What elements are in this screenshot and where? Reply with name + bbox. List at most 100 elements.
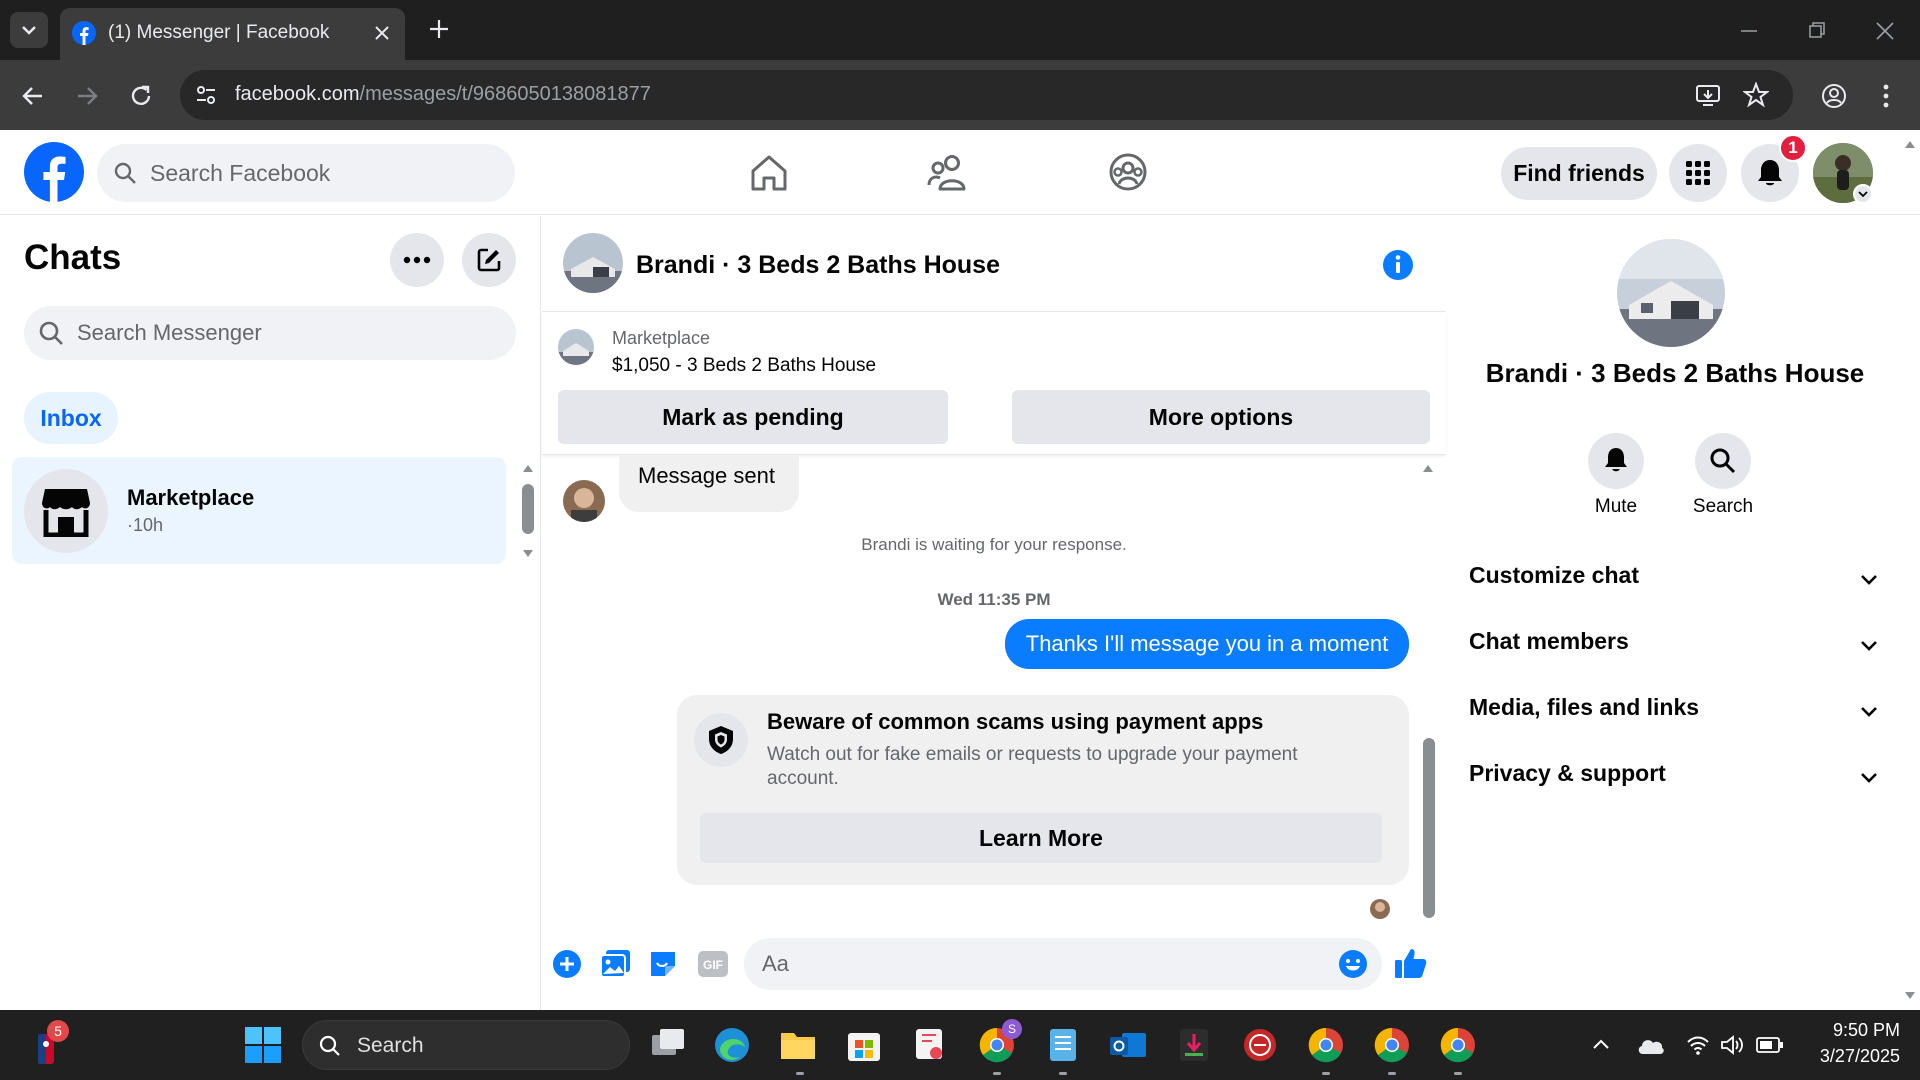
- mark-as-pending-button[interactable]: Mark as pending: [558, 390, 948, 444]
- friends-icon[interactable]: [926, 152, 970, 194]
- security-app-icon[interactable]: [1240, 1025, 1280, 1065]
- media-files-links-row[interactable]: Media, files and links: [1469, 694, 1879, 734]
- onedrive-icon[interactable]: [1636, 1034, 1664, 1056]
- task-view-icon[interactable]: [648, 1025, 688, 1065]
- browser-menu-icon[interactable]: [1876, 82, 1896, 110]
- sidebar-scroll-down-icon[interactable]: [521, 548, 535, 560]
- wifi-icon[interactable]: [1686, 1034, 1710, 1056]
- install-app-icon[interactable]: [1695, 83, 1721, 107]
- conversation-avatar[interactable]: [563, 233, 623, 293]
- chevron-down-icon: [1861, 641, 1877, 651]
- site-settings-icon[interactable]: [194, 83, 218, 107]
- bell-icon: [1758, 160, 1782, 186]
- chat-name: Marketplace: [127, 485, 255, 510]
- customize-chat-row[interactable]: Customize chat: [1469, 562, 1879, 602]
- page-scroll-down-icon[interactable]: [1903, 990, 1917, 1002]
- home-icon[interactable]: [748, 152, 790, 194]
- bell-icon: [1605, 448, 1627, 472]
- search-icon: [39, 321, 63, 345]
- volume-icon[interactable]: [1720, 1034, 1746, 1056]
- windows-start-icon[interactable]: [245, 1027, 281, 1063]
- download-manager-icon[interactable]: [1174, 1025, 1214, 1065]
- edge-icon[interactable]: [712, 1025, 752, 1065]
- close-window-icon[interactable]: [1874, 20, 1896, 42]
- reload-icon[interactable]: [128, 83, 154, 109]
- learn-more-button[interactable]: Learn More: [700, 813, 1382, 863]
- messages-scroll-down-icon[interactable]: [1421, 900, 1435, 912]
- profile-icon[interactable]: [1820, 82, 1848, 110]
- running-indicator: [1059, 1072, 1067, 1075]
- snipping-tool-icon[interactable]: [910, 1025, 950, 1065]
- more-options-button[interactable]: More options: [1012, 390, 1430, 444]
- address-bar[interactable]: facebook.com/messages/t/9686050138081877: [180, 70, 1793, 120]
- chat-options-button[interactable]: [390, 233, 444, 287]
- outlook-icon[interactable]: [1108, 1025, 1148, 1065]
- chat-members-row[interactable]: Chat members: [1469, 628, 1879, 668]
- shield-icon: [709, 726, 733, 754]
- chrome-icon-2[interactable]: [1372, 1025, 1412, 1065]
- conversation-title[interactable]: Brandi · 3 Beds 2 Baths House: [636, 251, 1000, 280]
- waiting-notice: Brandi is waiting for your response.: [861, 535, 1127, 554]
- listing-thumbnail[interactable]: [558, 329, 594, 365]
- more-actions-icon[interactable]: [552, 949, 582, 979]
- back-icon[interactable]: [20, 83, 46, 109]
- file-explorer-icon[interactable]: [778, 1025, 818, 1065]
- search-conversation-button[interactable]: [1695, 433, 1751, 489]
- page-scroll-up-icon[interactable]: [1903, 138, 1917, 150]
- battery-icon[interactable]: [1756, 1036, 1784, 1054]
- minimize-icon[interactable]: [1738, 20, 1760, 42]
- close-tab-icon[interactable]: [372, 23, 392, 43]
- facebook-search-input[interactable]: Search Facebook: [97, 144, 515, 202]
- mute-button[interactable]: [1588, 433, 1644, 489]
- sticker-icon[interactable]: [648, 949, 678, 979]
- notification-badge: 1: [1779, 134, 1807, 162]
- find-friends-button[interactable]: Find friends: [1501, 147, 1657, 200]
- sidebar-scroll-up-icon[interactable]: [521, 462, 535, 474]
- clock-date[interactable]: 3/27/2025: [1790, 1046, 1900, 1067]
- chrome-icon-1[interactable]: [1306, 1025, 1346, 1065]
- bookmark-star-icon[interactable]: [1743, 82, 1769, 108]
- new-tab-icon[interactable]: [428, 18, 450, 40]
- restore-icon[interactable]: [1806, 20, 1828, 42]
- tray-overflow-chevron-icon[interactable]: [1591, 1036, 1611, 1052]
- sender-avatar: [563, 480, 605, 522]
- browser-tab-bar: (1) Messenger | Facebook: [0, 0, 1920, 60]
- microsoft-store-icon[interactable]: [844, 1025, 884, 1065]
- tab-list-button[interactable]: [10, 12, 48, 48]
- incoming-message-text: Message sent: [638, 463, 775, 488]
- compose-icon: [477, 248, 501, 272]
- privacy-support-row[interactable]: Privacy & support: [1469, 760, 1879, 800]
- thumbs-up-icon[interactable]: [1394, 947, 1428, 979]
- forward-icon[interactable]: [74, 83, 100, 109]
- browser-tab[interactable]: (1) Messenger | Facebook: [60, 8, 405, 60]
- facebook-search-placeholder: Search Facebook: [150, 160, 331, 186]
- listing-title[interactable]: $1,050 - 3 Beds 2 Baths House: [612, 355, 876, 377]
- messenger-search-input[interactable]: Search Messenger: [24, 306, 516, 360]
- house-photo-image: [1617, 239, 1725, 347]
- messages-scrollbar-thumb[interactable]: [1423, 738, 1435, 918]
- tab-inbox[interactable]: Inbox: [24, 392, 118, 444]
- groups-icon[interactable]: [1107, 151, 1149, 193]
- outgoing-message[interactable]: Thanks I'll message you in a moment: [1005, 619, 1409, 669]
- new-message-button[interactable]: [462, 233, 516, 287]
- account-dropdown[interactable]: [1853, 184, 1873, 204]
- section-label: Chat members: [1469, 628, 1629, 654]
- menu-button[interactable]: [1669, 144, 1727, 202]
- read-receipt-avatar: [1370, 899, 1390, 919]
- info-icon[interactable]: [1382, 249, 1414, 281]
- emoji-icon[interactable]: [1338, 949, 1368, 979]
- chrome-icon-3[interactable]: [1438, 1025, 1478, 1065]
- attach-photo-icon[interactable]: [600, 949, 632, 979]
- clock-time[interactable]: 9:50 PM: [1790, 1020, 1900, 1041]
- facebook-logo-icon[interactable]: [24, 142, 84, 202]
- chevron-down-icon: [1861, 707, 1877, 717]
- sidebar-scrollbar-thumb[interactable]: [522, 484, 534, 534]
- details-title: Brandi · 3 Beds 2 Baths House: [1485, 358, 1865, 388]
- incoming-message[interactable]: Message sent: [619, 456, 799, 512]
- chat-list-item-marketplace[interactable]: Marketplace ·10h: [12, 457, 506, 564]
- messages-scroll-up-icon[interactable]: [1421, 462, 1435, 474]
- message-composer-input[interactable]: Aa: [744, 938, 1382, 990]
- notepad-icon[interactable]: [1043, 1025, 1083, 1065]
- gif-icon[interactable]: GIF: [697, 949, 729, 979]
- taskbar-search[interactable]: Search: [302, 1020, 630, 1070]
